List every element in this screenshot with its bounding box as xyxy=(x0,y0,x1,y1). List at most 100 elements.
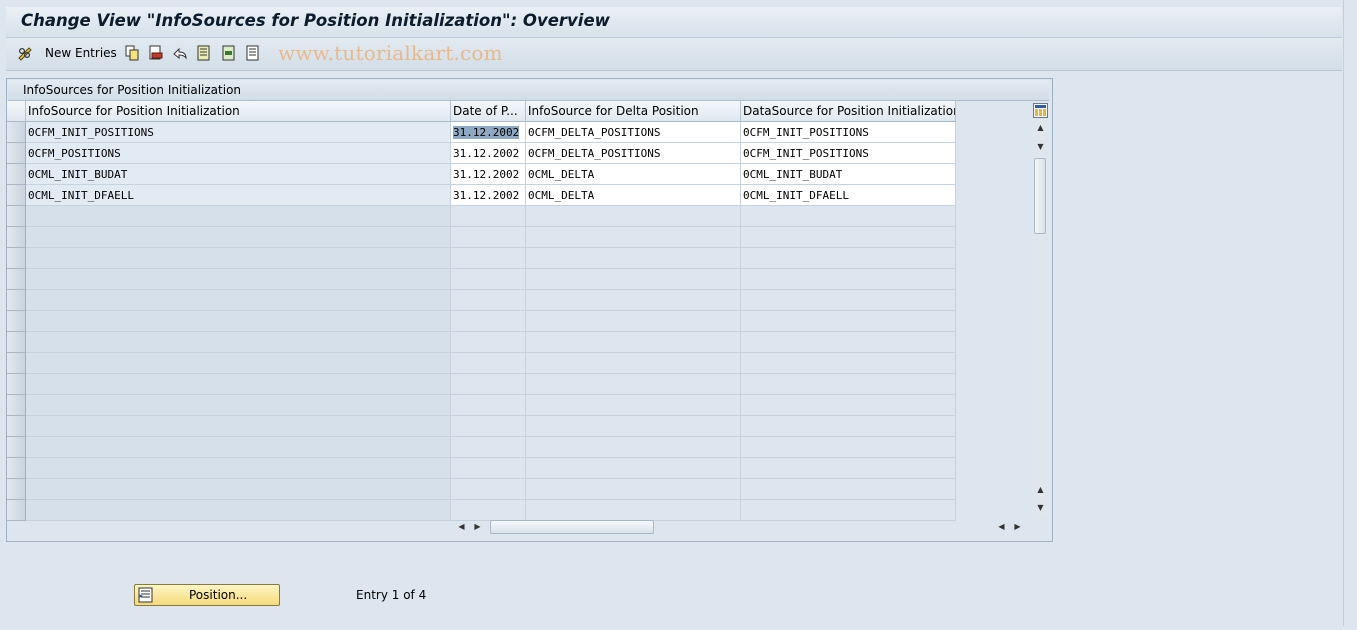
scroll-page-down-icon[interactable]: ▼ xyxy=(1033,503,1048,512)
table-cell[interactable] xyxy=(451,437,526,458)
table-cell[interactable] xyxy=(526,248,741,269)
select-all-rows-corner[interactable] xyxy=(7,101,26,122)
table-cell[interactable] xyxy=(451,332,526,353)
scroll-down-icon[interactable]: ▼ xyxy=(1033,142,1048,151)
deselect-all-icon[interactable] xyxy=(245,45,261,61)
scroll-far-left-icon[interactable]: ◀ xyxy=(994,522,1009,531)
column-header[interactable]: InfoSource for Position Initialization xyxy=(26,101,451,122)
table-cell[interactable]: 0CFM_DELTA_POSITIONS xyxy=(526,143,741,164)
position-button[interactable]: Position... xyxy=(134,584,280,606)
new-entries-button[interactable]: New Entries xyxy=(45,46,117,60)
row-selector[interactable] xyxy=(7,437,26,458)
table-cell[interactable] xyxy=(26,332,451,353)
row-selector[interactable] xyxy=(7,458,26,479)
table-cell[interactable] xyxy=(526,395,741,416)
table-cell[interactable] xyxy=(741,416,956,437)
table-cell[interactable] xyxy=(26,437,451,458)
table-cell[interactable] xyxy=(526,206,741,227)
table-cell[interactable] xyxy=(741,248,956,269)
table-cell[interactable] xyxy=(451,353,526,374)
row-selector[interactable] xyxy=(7,164,26,185)
row-selector[interactable] xyxy=(7,332,26,353)
scroll-up-icon[interactable]: ▲ xyxy=(1033,123,1048,132)
table-cell[interactable] xyxy=(526,311,741,332)
column-header[interactable]: InfoSource for Delta Position xyxy=(526,101,741,122)
table-cell[interactable] xyxy=(741,437,956,458)
row-selector[interactable] xyxy=(7,122,26,143)
scroll-right-icon[interactable]: ▶ xyxy=(470,522,485,531)
table-cell[interactable] xyxy=(741,374,956,395)
table-cell[interactable] xyxy=(26,206,451,227)
table-cell[interactable] xyxy=(451,311,526,332)
table-cell[interactable] xyxy=(741,458,956,479)
table-cell[interactable] xyxy=(526,332,741,353)
table-cell[interactable] xyxy=(741,311,956,332)
table-cell[interactable] xyxy=(526,416,741,437)
table-cell[interactable] xyxy=(26,458,451,479)
table-cell[interactable] xyxy=(26,479,451,500)
select-all-icon[interactable] xyxy=(196,45,212,61)
table-cell[interactable] xyxy=(526,437,741,458)
table-cell[interactable] xyxy=(741,353,956,374)
row-selector[interactable] xyxy=(7,311,26,332)
row-selector[interactable] xyxy=(7,248,26,269)
table-cell[interactable] xyxy=(451,500,526,521)
table-cell[interactable]: 0CML_INIT_BUDAT xyxy=(741,164,956,185)
table-cell[interactable]: 0CFM_DELTA_POSITIONS xyxy=(526,122,741,143)
row-selector[interactable] xyxy=(7,206,26,227)
table-cell[interactable] xyxy=(451,248,526,269)
table-cell[interactable] xyxy=(26,227,451,248)
table-cell[interactable] xyxy=(741,269,956,290)
table-cell[interactable] xyxy=(451,395,526,416)
edit-glasses-icon[interactable] xyxy=(17,45,33,61)
table-cell[interactable] xyxy=(526,269,741,290)
table-cell[interactable] xyxy=(741,290,956,311)
horizontal-scrollbar[interactable]: ◀ ▶ ◀ ▶ xyxy=(452,519,1030,535)
column-settings-icon[interactable] xyxy=(1033,103,1048,118)
vertical-scrollbar[interactable]: ▲ ▼ ▲ ▼ xyxy=(1033,120,1048,518)
table-cell[interactable] xyxy=(26,500,451,521)
table-cell[interactable] xyxy=(451,374,526,395)
table-cell[interactable] xyxy=(526,458,741,479)
table-cell[interactable] xyxy=(26,416,451,437)
table-cell[interactable] xyxy=(741,206,956,227)
table-cell[interactable] xyxy=(451,269,526,290)
row-selector[interactable] xyxy=(7,227,26,248)
table-cell[interactable] xyxy=(451,416,526,437)
row-selector[interactable] xyxy=(7,290,26,311)
row-selector[interactable] xyxy=(7,395,26,416)
row-selector[interactable] xyxy=(7,185,26,206)
table-cell[interactable] xyxy=(451,479,526,500)
table-cell[interactable] xyxy=(741,332,956,353)
table-cell[interactable]: 0CFM_INIT_POSITIONS xyxy=(741,143,956,164)
table-cell[interactable] xyxy=(451,206,526,227)
table-cell[interactable] xyxy=(26,290,451,311)
table-cell[interactable]: 31.12.2002 xyxy=(451,122,526,143)
table-cell[interactable]: 0CML_DELTA xyxy=(526,164,741,185)
table-cell[interactable]: 0CML_DELTA xyxy=(526,185,741,206)
row-selector[interactable] xyxy=(7,374,26,395)
table-cell[interactable] xyxy=(526,227,741,248)
table-cell[interactable] xyxy=(26,248,451,269)
table-cell[interactable] xyxy=(741,395,956,416)
row-selector[interactable] xyxy=(7,416,26,437)
table-cell[interactable] xyxy=(451,458,526,479)
horizontal-scroll-thumb[interactable] xyxy=(490,520,654,534)
table-cell[interactable]: 0CML_INIT_DFAELL xyxy=(741,185,956,206)
table-cell[interactable] xyxy=(526,479,741,500)
column-header[interactable]: DataSource for Position Initialization xyxy=(741,101,956,122)
scroll-far-right-icon[interactable]: ▶ xyxy=(1010,522,1025,531)
table-cell[interactable] xyxy=(741,500,956,521)
table-cell[interactable]: 0CFM_INIT_POSITIONS xyxy=(741,122,956,143)
table-cell[interactable] xyxy=(741,227,956,248)
table-cell[interactable] xyxy=(26,353,451,374)
table-cell[interactable] xyxy=(451,227,526,248)
select-block-icon[interactable] xyxy=(221,45,237,61)
table-cell[interactable] xyxy=(26,374,451,395)
row-selector[interactable] xyxy=(7,500,26,521)
row-selector[interactable] xyxy=(7,353,26,374)
delete-icon[interactable] xyxy=(148,45,164,61)
column-header[interactable]: Date of P... xyxy=(451,101,526,122)
table-cell[interactable] xyxy=(526,353,741,374)
table-cell[interactable]: 31.12.2002 xyxy=(451,143,526,164)
